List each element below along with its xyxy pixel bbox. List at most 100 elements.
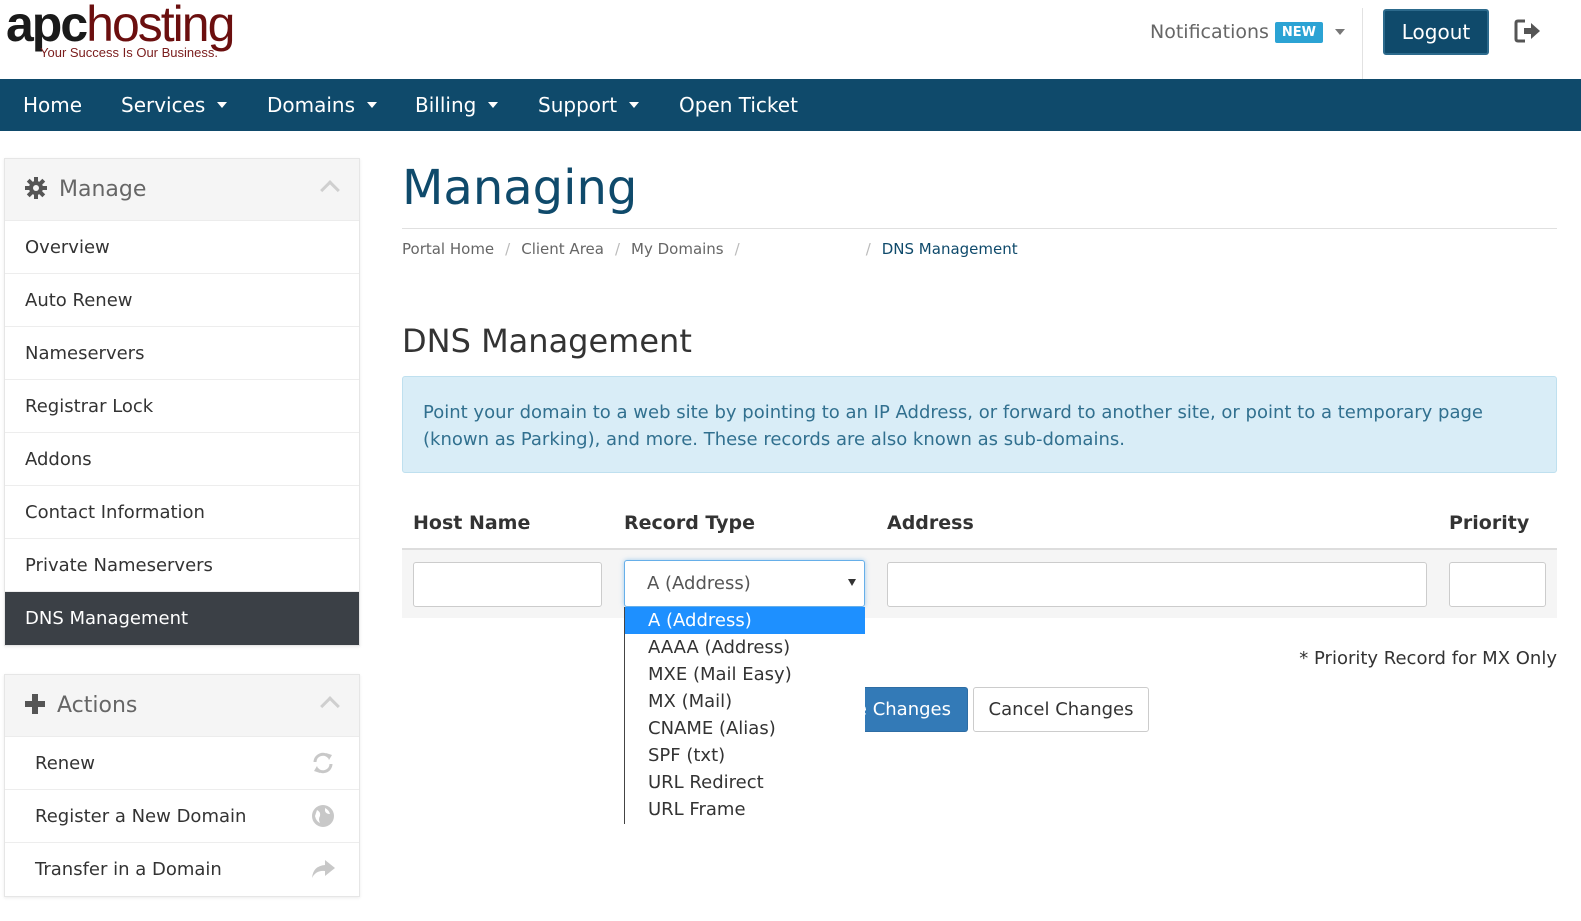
chevron-down-icon [848, 579, 856, 586]
breadcrumb-separator: / [865, 240, 871, 258]
breadcrumb-portal-home[interactable]: Portal Home [402, 240, 494, 258]
breadcrumb-domain-redacted[interactable] [751, 240, 855, 258]
globe-icon [311, 804, 335, 828]
record-type-option-aaaa[interactable]: AAAA (Address) [625, 634, 865, 661]
breadcrumb: Portal Home / Client Area / My Domains /… [402, 240, 1018, 258]
section-title: DNS Management [402, 322, 692, 360]
record-type-option-mx[interactable]: MX (Mail) [625, 688, 865, 715]
nav-billing-label: Billing [415, 93, 477, 117]
actions-panel-title: Actions [57, 693, 138, 718]
sidebar-item-auto-renew[interactable]: Auto Renew [5, 274, 359, 327]
actions-panel: Actions Renew Register a New Domain Tran… [4, 674, 360, 897]
record-type-option-cname[interactable]: CNAME (Alias) [625, 715, 865, 742]
record-type-option-a[interactable]: A (Address) [625, 607, 865, 634]
sidebar-item-transfer-domain[interactable]: Transfer in a Domain [5, 843, 359, 896]
nav-billing[interactable]: Billing [395, 79, 518, 131]
sidebar-item-nameservers[interactable]: Nameservers [5, 327, 359, 380]
record-type-option-mxe[interactable]: MXE (Mail Easy) [625, 661, 865, 688]
info-alert-text: Point your domain to a web site by point… [423, 402, 1483, 450]
column-header-priority: Priority [1449, 512, 1530, 534]
chevron-down-icon [488, 102, 499, 108]
refresh-icon [311, 751, 335, 775]
nav-home-label: Home [23, 93, 83, 117]
breadcrumb-separator: / [734, 240, 740, 258]
plus-icon [25, 693, 45, 718]
apc-hosting-logo[interactable]: apchosting Your Success Is Our Business. [6, 0, 268, 70]
sidebar-item-label: Renew [35, 752, 95, 774]
chevron-down-icon [629, 102, 640, 108]
sidebar-item-addons[interactable]: Addons [5, 433, 359, 486]
main-navigation: Home Services Domains Billing Support Op… [0, 79, 1581, 131]
breadcrumb-my-domains[interactable]: My Domains [631, 240, 724, 258]
sidebar-item-label: Auto Renew [25, 289, 133, 311]
record-type-dropdown-list: A (Address) AAAA (Address) MXE (Mail Eas… [624, 607, 865, 824]
sidebar-item-renew[interactable]: Renew [5, 737, 359, 790]
sidebar-item-label: DNS Management [25, 608, 189, 629]
breadcrumb-separator: / [614, 240, 621, 258]
record-type-option-url-frame[interactable]: URL Frame [625, 796, 865, 823]
chevron-down-icon [367, 102, 378, 108]
sidebar-item-dns-management[interactable]: DNS Management [5, 592, 359, 645]
record-type-option-url-redirect[interactable]: URL Redirect [625, 769, 865, 796]
info-alert: Point your domain to a web site by point… [402, 376, 1557, 473]
page-title: Managing [402, 160, 638, 216]
breadcrumb-current: DNS Management [881, 240, 1018, 258]
notifications-menu[interactable]: Notifications NEW [1150, 18, 1346, 46]
share-arrow-icon [311, 857, 335, 881]
actions-panel-header[interactable]: Actions [5, 675, 359, 737]
nav-home[interactable]: Home [3, 79, 102, 131]
chevron-down-icon [1335, 29, 1346, 35]
host-name-input[interactable] [413, 562, 602, 607]
chevron-up-icon[interactable] [320, 696, 340, 716]
logout-button[interactable]: Logout [1383, 9, 1489, 55]
breadcrumb-separator: / [505, 240, 511, 258]
record-type-selected-value: A (Address) [647, 573, 751, 594]
sign-out-icon[interactable] [1514, 18, 1542, 44]
nav-services-label: Services [121, 93, 206, 117]
nav-domains[interactable]: Domains [247, 79, 397, 131]
record-type-select[interactable]: A (Address) [624, 560, 865, 607]
cancel-changes-label: Cancel Changes [988, 699, 1134, 720]
cancel-changes-button[interactable]: Cancel Changes [973, 687, 1149, 732]
nav-services[interactable]: Services [101, 79, 247, 131]
header-divider [1362, 8, 1363, 80]
sidebar-item-registrar-lock[interactable]: Registrar Lock [5, 380, 359, 433]
sidebar-item-label: Private Nameservers [25, 554, 213, 576]
breadcrumb-client-area[interactable]: Client Area [521, 240, 604, 258]
site-header: apchosting Your Success Is Our Business.… [0, 0, 1581, 80]
column-header-address: Address [887, 512, 974, 534]
manage-panel-header[interactable]: Manage [5, 159, 359, 221]
sidebar-item-contact-information[interactable]: Contact Information [5, 486, 359, 539]
record-type-option-spf[interactable]: SPF (txt) [625, 742, 865, 769]
chevron-down-icon [217, 102, 228, 108]
save-changes-button[interactable]: e Changes [865, 687, 968, 732]
priority-note: * Priority Record for MX Only [1299, 648, 1557, 669]
manage-panel: Manage Overview Auto Renew Nameservers R… [4, 158, 360, 646]
sidebar-item-label: Nameservers [25, 342, 145, 364]
nav-open-ticket[interactable]: Open Ticket [659, 79, 818, 131]
column-header-host-name: Host Name [413, 512, 531, 534]
sidebar-item-label: Addons [25, 448, 92, 470]
logo-tagline: Your Success Is Our Business. [40, 45, 218, 60]
sidebar-item-label: Transfer in a Domain [35, 859, 222, 880]
save-changes-label: e Changes [865, 699, 951, 720]
sidebar-item-private-nameservers[interactable]: Private Nameservers [5, 539, 359, 592]
nav-support[interactable]: Support [518, 79, 659, 131]
nav-domains-label: Domains [267, 93, 356, 117]
gear-icon [25, 176, 47, 203]
sidebar-item-register-new-domain[interactable]: Register a New Domain [5, 790, 359, 843]
sidebar-item-label: Contact Information [25, 501, 205, 523]
sidebar-item-label: Registrar Lock [25, 395, 154, 417]
manage-panel-title: Manage [59, 177, 147, 202]
sidebar-item-label: Overview [25, 236, 110, 258]
nav-open-ticket-label: Open Ticket [679, 93, 798, 117]
sidebar-item-label: Register a New Domain [35, 805, 247, 827]
address-input[interactable] [887, 562, 1427, 607]
notifications-new-badge: NEW [1274, 21, 1324, 43]
column-header-record-type: Record Type [624, 512, 755, 534]
sidebar-item-overview[interactable]: Overview [5, 221, 359, 274]
chevron-up-icon[interactable] [320, 180, 340, 200]
title-divider [402, 228, 1557, 229]
priority-input[interactable] [1449, 562, 1546, 607]
notifications-label: Notifications [1150, 21, 1269, 43]
